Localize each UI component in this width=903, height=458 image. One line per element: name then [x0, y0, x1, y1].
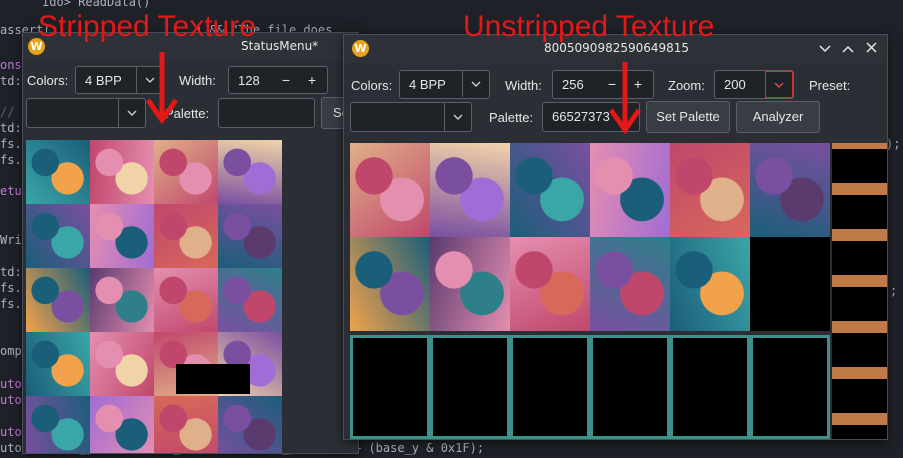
- code-fragment-right: );: [886, 137, 901, 151]
- code-line: omp: [0, 344, 22, 358]
- code-line: fs.: [0, 137, 22, 151]
- unstripped-texture-caption: Unstripped Texture: [463, 10, 715, 43]
- width-label: Width:: [179, 73, 216, 88]
- palette-label: Palette:: [489, 110, 534, 125]
- sprite-tile: [176, 364, 250, 394]
- width-value: 128: [238, 73, 260, 88]
- empty-tile: [430, 335, 510, 439]
- stripped-tile-grid: [26, 140, 282, 453]
- width-spinbox[interactable]: 128 − +: [228, 66, 328, 94]
- sprite-tile: [510, 143, 590, 237]
- sprite-tile: [90, 204, 154, 268]
- sprite-tile: [26, 140, 90, 204]
- texture-preview-stripped[interactable]: [26, 140, 282, 453]
- code-line: etu: [0, 184, 22, 198]
- sprite-tile: [218, 140, 282, 204]
- empty-tile: [590, 335, 670, 439]
- sprite-tile: [26, 268, 90, 332]
- sprite-tile: [510, 237, 590, 331]
- colors-label: Colors:: [27, 73, 69, 88]
- zoom-value: 200: [724, 77, 746, 92]
- sprite-tile: [832, 143, 887, 439]
- palette-input[interactable]: [218, 98, 315, 128]
- down-arrow-icon: [145, 52, 179, 125]
- code-fragment-right: ;: [890, 284, 898, 298]
- preset-label: Preset:: [809, 78, 851, 93]
- sprite-tile: [26, 204, 90, 268]
- down-arrow-icon: [608, 62, 642, 135]
- sprite-tile: [590, 237, 670, 331]
- colors-select-value: 4 BPP: [85, 73, 122, 88]
- code-line: uto: [0, 393, 22, 407]
- sprite-tile: [218, 396, 282, 453]
- sprite-tile: [218, 268, 282, 332]
- maximize-icon[interactable]: [840, 41, 856, 57]
- code-line: fs.: [0, 281, 22, 295]
- code-line: uto: [0, 377, 22, 391]
- sprite-tile: [430, 237, 510, 331]
- sprite-tile: [154, 268, 218, 332]
- empty-tile: [350, 335, 430, 439]
- sprite-tile: [590, 143, 670, 237]
- width-label: Width:: [505, 78, 542, 93]
- code-line: uto: [0, 425, 22, 439]
- chevron-down-icon[interactable]: [444, 103, 471, 131]
- width-value: 256: [562, 77, 584, 92]
- sprite-tile: [350, 237, 430, 331]
- chevron-down-icon[interactable]: [765, 71, 793, 98]
- sprite-tile: [670, 143, 750, 237]
- code-line: Wri: [0, 233, 22, 247]
- app-logo-icon: W: [352, 40, 369, 57]
- code-line: fs.: [0, 297, 22, 311]
- preset-select[interactable]: [26, 98, 146, 128]
- sprite-tile: [750, 237, 830, 331]
- set-palette-button[interactable]: Set Palette: [646, 101, 730, 133]
- sprite-tile: [218, 204, 282, 268]
- zoom-select[interactable]: 200: [714, 70, 794, 99]
- texture-preview-unstripped[interactable]: [350, 143, 887, 439]
- analyzer-button[interactable]: Analyzer: [736, 101, 820, 133]
- chevron-down-icon[interactable]: [118, 99, 145, 127]
- sprite-tile: [90, 268, 154, 332]
- sprite-tile: [26, 332, 90, 396]
- colors-label: Colors:: [351, 78, 393, 93]
- empty-tile: [510, 335, 590, 439]
- sprite-tile: [154, 204, 218, 268]
- sprite-tile: [670, 237, 750, 331]
- minimize-icon[interactable]: [817, 41, 833, 57]
- plus-icon[interactable]: +: [301, 67, 323, 93]
- sprite-tile: [154, 140, 218, 204]
- close-icon[interactable]: [863, 41, 879, 57]
- preset-select[interactable]: [350, 102, 472, 132]
- empty-tile: [750, 335, 830, 439]
- unstripped-tile-grid: [350, 143, 887, 439]
- texture-window-stripped: W StatusMenu* Colors: 4 BPP Width: 128 −…: [22, 32, 359, 454]
- sprite-tile: [350, 143, 430, 237]
- palette-value: 66527373: [552, 109, 610, 124]
- colors-select-value: 4 BPP: [409, 77, 446, 92]
- empty-tile: [670, 335, 750, 439]
- sprite-tile: [90, 332, 154, 396]
- chevron-down-icon[interactable]: [462, 71, 489, 97]
- sprite-tile: [90, 140, 154, 204]
- sprite-tile: [750, 143, 830, 237]
- sprite-tile: [90, 396, 154, 453]
- sprite-tile: [26, 396, 90, 453]
- colors-select[interactable]: 4 BPP: [399, 70, 490, 99]
- code-line: fs.: [0, 153, 22, 167]
- sprite-tile: [430, 143, 510, 237]
- stripped-texture-caption: Stripped Texture: [38, 10, 256, 43]
- sprite-tile: [154, 396, 218, 453]
- minus-icon[interactable]: −: [275, 67, 297, 93]
- code-fragment-top: ido> ReadData(): [42, 0, 151, 9]
- zoom-label: Zoom:: [668, 78, 705, 93]
